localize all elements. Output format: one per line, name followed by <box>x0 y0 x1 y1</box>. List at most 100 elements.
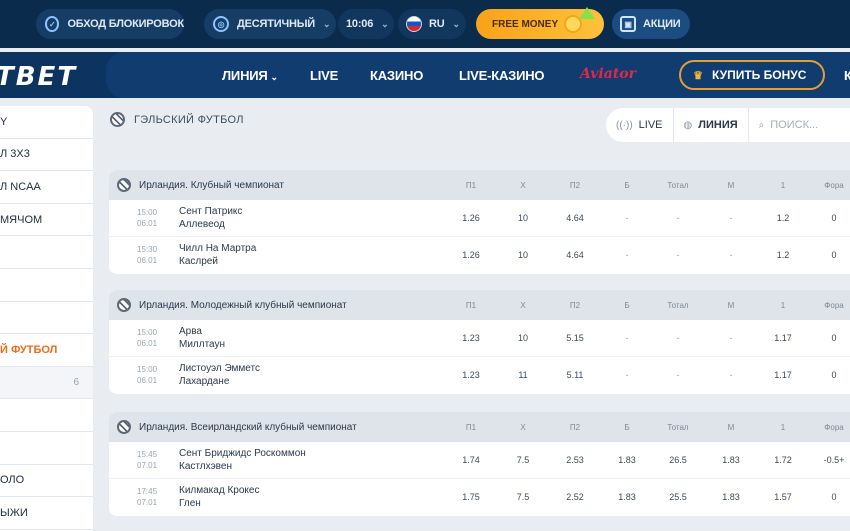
match-datetime: 15:00 06.01 <box>137 327 157 349</box>
odd-draw[interactable]: 7.5 <box>503 455 543 465</box>
nav-item-casino[interactable]: КАЗИНО <box>370 68 423 83</box>
odd-handicap[interactable]: -0.5+ <box>814 455 850 465</box>
odd-over[interactable]: 1.83 <box>607 455 647 465</box>
sport-header: ГЭЛЬСКИЙ ФУТБОЛ <box>110 112 244 127</box>
odd-over[interactable]: - <box>607 333 647 343</box>
odd-total[interactable]: - <box>658 250 698 260</box>
odd-p2[interactable]: 4.64 <box>555 250 595 260</box>
odd-total[interactable]: - <box>658 333 698 343</box>
odd-p2[interactable]: 5.15 <box>555 333 595 343</box>
odd-p2[interactable]: 2.52 <box>555 492 595 502</box>
nav-item-aviator[interactable]: Aviator <box>580 66 636 82</box>
sidebar-item[interactable] <box>0 236 93 269</box>
odd-handicap[interactable]: 0 <box>814 213 850 223</box>
filter-live-label: LIVE <box>638 119 663 131</box>
sidebar-item[interactable]: Y <box>0 106 93 139</box>
odd-total[interactable]: 26.5 <box>658 455 698 465</box>
column-header: Фора <box>824 300 844 310</box>
match-row[interactable]: 15:00 06.01 Арва Миллтаун 1.23 10 5.15 - -… <box>109 320 850 357</box>
sidebar-item[interactable]: Л NCAA <box>0 171 93 204</box>
sidebar-item[interactable]: Л 3Х3 <box>0 139 93 172</box>
odd-over[interactable]: - <box>607 370 647 380</box>
sidebar-item[interactable] <box>0 269 93 302</box>
league-header[interactable]: Ирландия. Всеирландский клубный чемпиона… <box>109 412 850 442</box>
odd-draw[interactable]: 10 <box>503 213 543 223</box>
odd-handicap-1[interactable]: 1.72 <box>763 455 803 465</box>
odd-p1[interactable]: 1.74 <box>451 455 491 465</box>
sidebar-item[interactable]: ОЛО <box>0 465 93 498</box>
match-row[interactable]: 15:00 06.01 Сент Патрикс Аллевеод 1.26 10 … <box>109 200 850 237</box>
odd-under[interactable]: 1.83 <box>711 455 751 465</box>
language-select[interactable]: RU ⌄ <box>398 9 466 39</box>
odds-format-select[interactable]: ◎ ДЕСЯТИЧНЫЙ ⌄ <box>204 9 336 39</box>
odd-under[interactable]: 1.83 <box>711 492 751 502</box>
odd-draw[interactable]: 7.5 <box>503 492 543 502</box>
main-content: ГЭЛЬСКИЙ ФУТБОЛ ((·)) LIVE ◍ ЛИНИЯ ⌕ ПОИ… <box>100 98 850 531</box>
odd-handicap-1[interactable]: 1.17 <box>763 370 803 380</box>
match-row[interactable]: 15:00 06.01 Листоуэл Эмметс Лахардане 1.23… <box>109 357 850 394</box>
sidebar-item[interactable] <box>0 399 93 432</box>
sidebar-item-gaelic-football[interactable]: Й ФУТБОЛ <box>0 334 93 367</box>
bypass-button[interactable]: ✓ ОБХОД БЛОКИРОВОК <box>36 9 184 39</box>
match-date: 06.01 <box>137 376 158 385</box>
odd-under[interactable]: - <box>711 250 751 260</box>
site-logo[interactable]: TBET <box>0 62 77 92</box>
match-time: 15:30 <box>137 245 158 254</box>
odd-p1[interactable]: 1.26 <box>451 213 491 223</box>
odd-handicap-1[interactable]: 1.2 <box>763 250 803 260</box>
odd-over[interactable]: 1.83 <box>607 492 647 502</box>
odd-draw[interactable]: 10 <box>503 333 543 343</box>
odd-handicap[interactable]: 0 <box>814 492 850 502</box>
match-row[interactable]: 15:45 07.01 Сент Бриджидс Роскоммон Кастлх… <box>109 442 850 479</box>
odd-handicap-1[interactable]: 1.17 <box>763 333 803 343</box>
time-select[interactable]: 10:06 ⌄ <box>338 9 394 39</box>
league-header[interactable]: Ирландия. Клубный чемпионат П1 X П2 Б То… <box>109 170 850 200</box>
sidebar-item[interactable]: МЯЧОМ <box>0 204 93 237</box>
filter-live[interactable]: ((·)) LIVE <box>606 108 674 142</box>
odd-p1[interactable]: 1.23 <box>451 370 491 380</box>
column-header: 1 <box>780 422 786 432</box>
odd-over[interactable]: - <box>607 213 647 223</box>
column-header: Б <box>624 422 630 432</box>
odd-draw[interactable]: 10 <box>503 250 543 260</box>
odd-over[interactable]: - <box>607 250 647 260</box>
odd-total[interactable]: - <box>658 213 698 223</box>
odd-under[interactable]: - <box>711 333 751 343</box>
odd-p1[interactable]: 1.75 <box>451 492 491 502</box>
odd-under[interactable]: - <box>711 213 751 223</box>
odd-handicap[interactable]: 0 <box>814 333 850 343</box>
nav-item-live-casino[interactable]: LIVE-КАЗИНО <box>459 68 545 83</box>
sidebar-item[interactable]: ЫЖИ <box>0 497 93 530</box>
odd-total[interactable]: 25.5 <box>658 492 698 502</box>
odd-p2[interactable]: 5.11 <box>555 370 595 380</box>
buy-bonus-button[interactable]: ♛ КУПИТЬ БОНУС <box>679 60 825 90</box>
main-navigation: TBET ЛИНИЯ ⌄ LIVE КАЗИНО LIVE-КАЗИНО Avia… <box>0 52 850 98</box>
match-row[interactable]: 17:45 07.01 Килмакад Крокес Глен 1.75 7.5 … <box>109 479 850 516</box>
filter-line[interactable]: ◍ ЛИНИЯ <box>674 108 749 142</box>
sidebar-item[interactable] <box>0 432 93 465</box>
odd-handicap[interactable]: 0 <box>814 250 850 260</box>
odd-p2[interactable]: 2.53 <box>555 455 595 465</box>
league-header[interactable]: Ирландия. Молодежный клубный чемпионат П… <box>109 290 850 320</box>
odd-handicap-1[interactable]: 1.2 <box>763 213 803 223</box>
odd-p1[interactable]: 1.26 <box>451 250 491 260</box>
nav-item-line[interactable]: ЛИНИЯ ⌄ <box>222 68 278 83</box>
odd-handicap-1[interactable]: 1.57 <box>763 492 803 502</box>
free-money-button[interactable]: FREE MONEY <box>476 7 604 39</box>
nav-item-more[interactable]: К <box>844 68 850 83</box>
odd-handicap[interactable]: 0 <box>814 370 850 380</box>
odd-under[interactable]: - <box>711 370 751 380</box>
sidebar-item-count: 6 <box>73 377 79 389</box>
odd-total[interactable]: - <box>658 370 698 380</box>
odd-p2[interactable]: 4.64 <box>555 213 595 223</box>
odd-draw[interactable]: 11 <box>503 370 543 380</box>
search-input[interactable]: ⌕ ПОИСК... <box>749 108 829 142</box>
sidebar-item[interactable] <box>0 302 93 335</box>
odd-p1[interactable]: 1.23 <box>451 333 491 343</box>
nav-item-live[interactable]: LIVE <box>310 68 338 83</box>
promotions-button[interactable]: ▣ АКЦИИ <box>612 9 690 39</box>
match-row[interactable]: 15:30 06.01 Чилл На Мартра Каслрей 1.26 10… <box>109 237 850 274</box>
match-date: 07.01 <box>137 461 158 470</box>
match-time: 15:00 <box>137 208 158 217</box>
sidebar-item[interactable]: 6 <box>0 366 93 400</box>
